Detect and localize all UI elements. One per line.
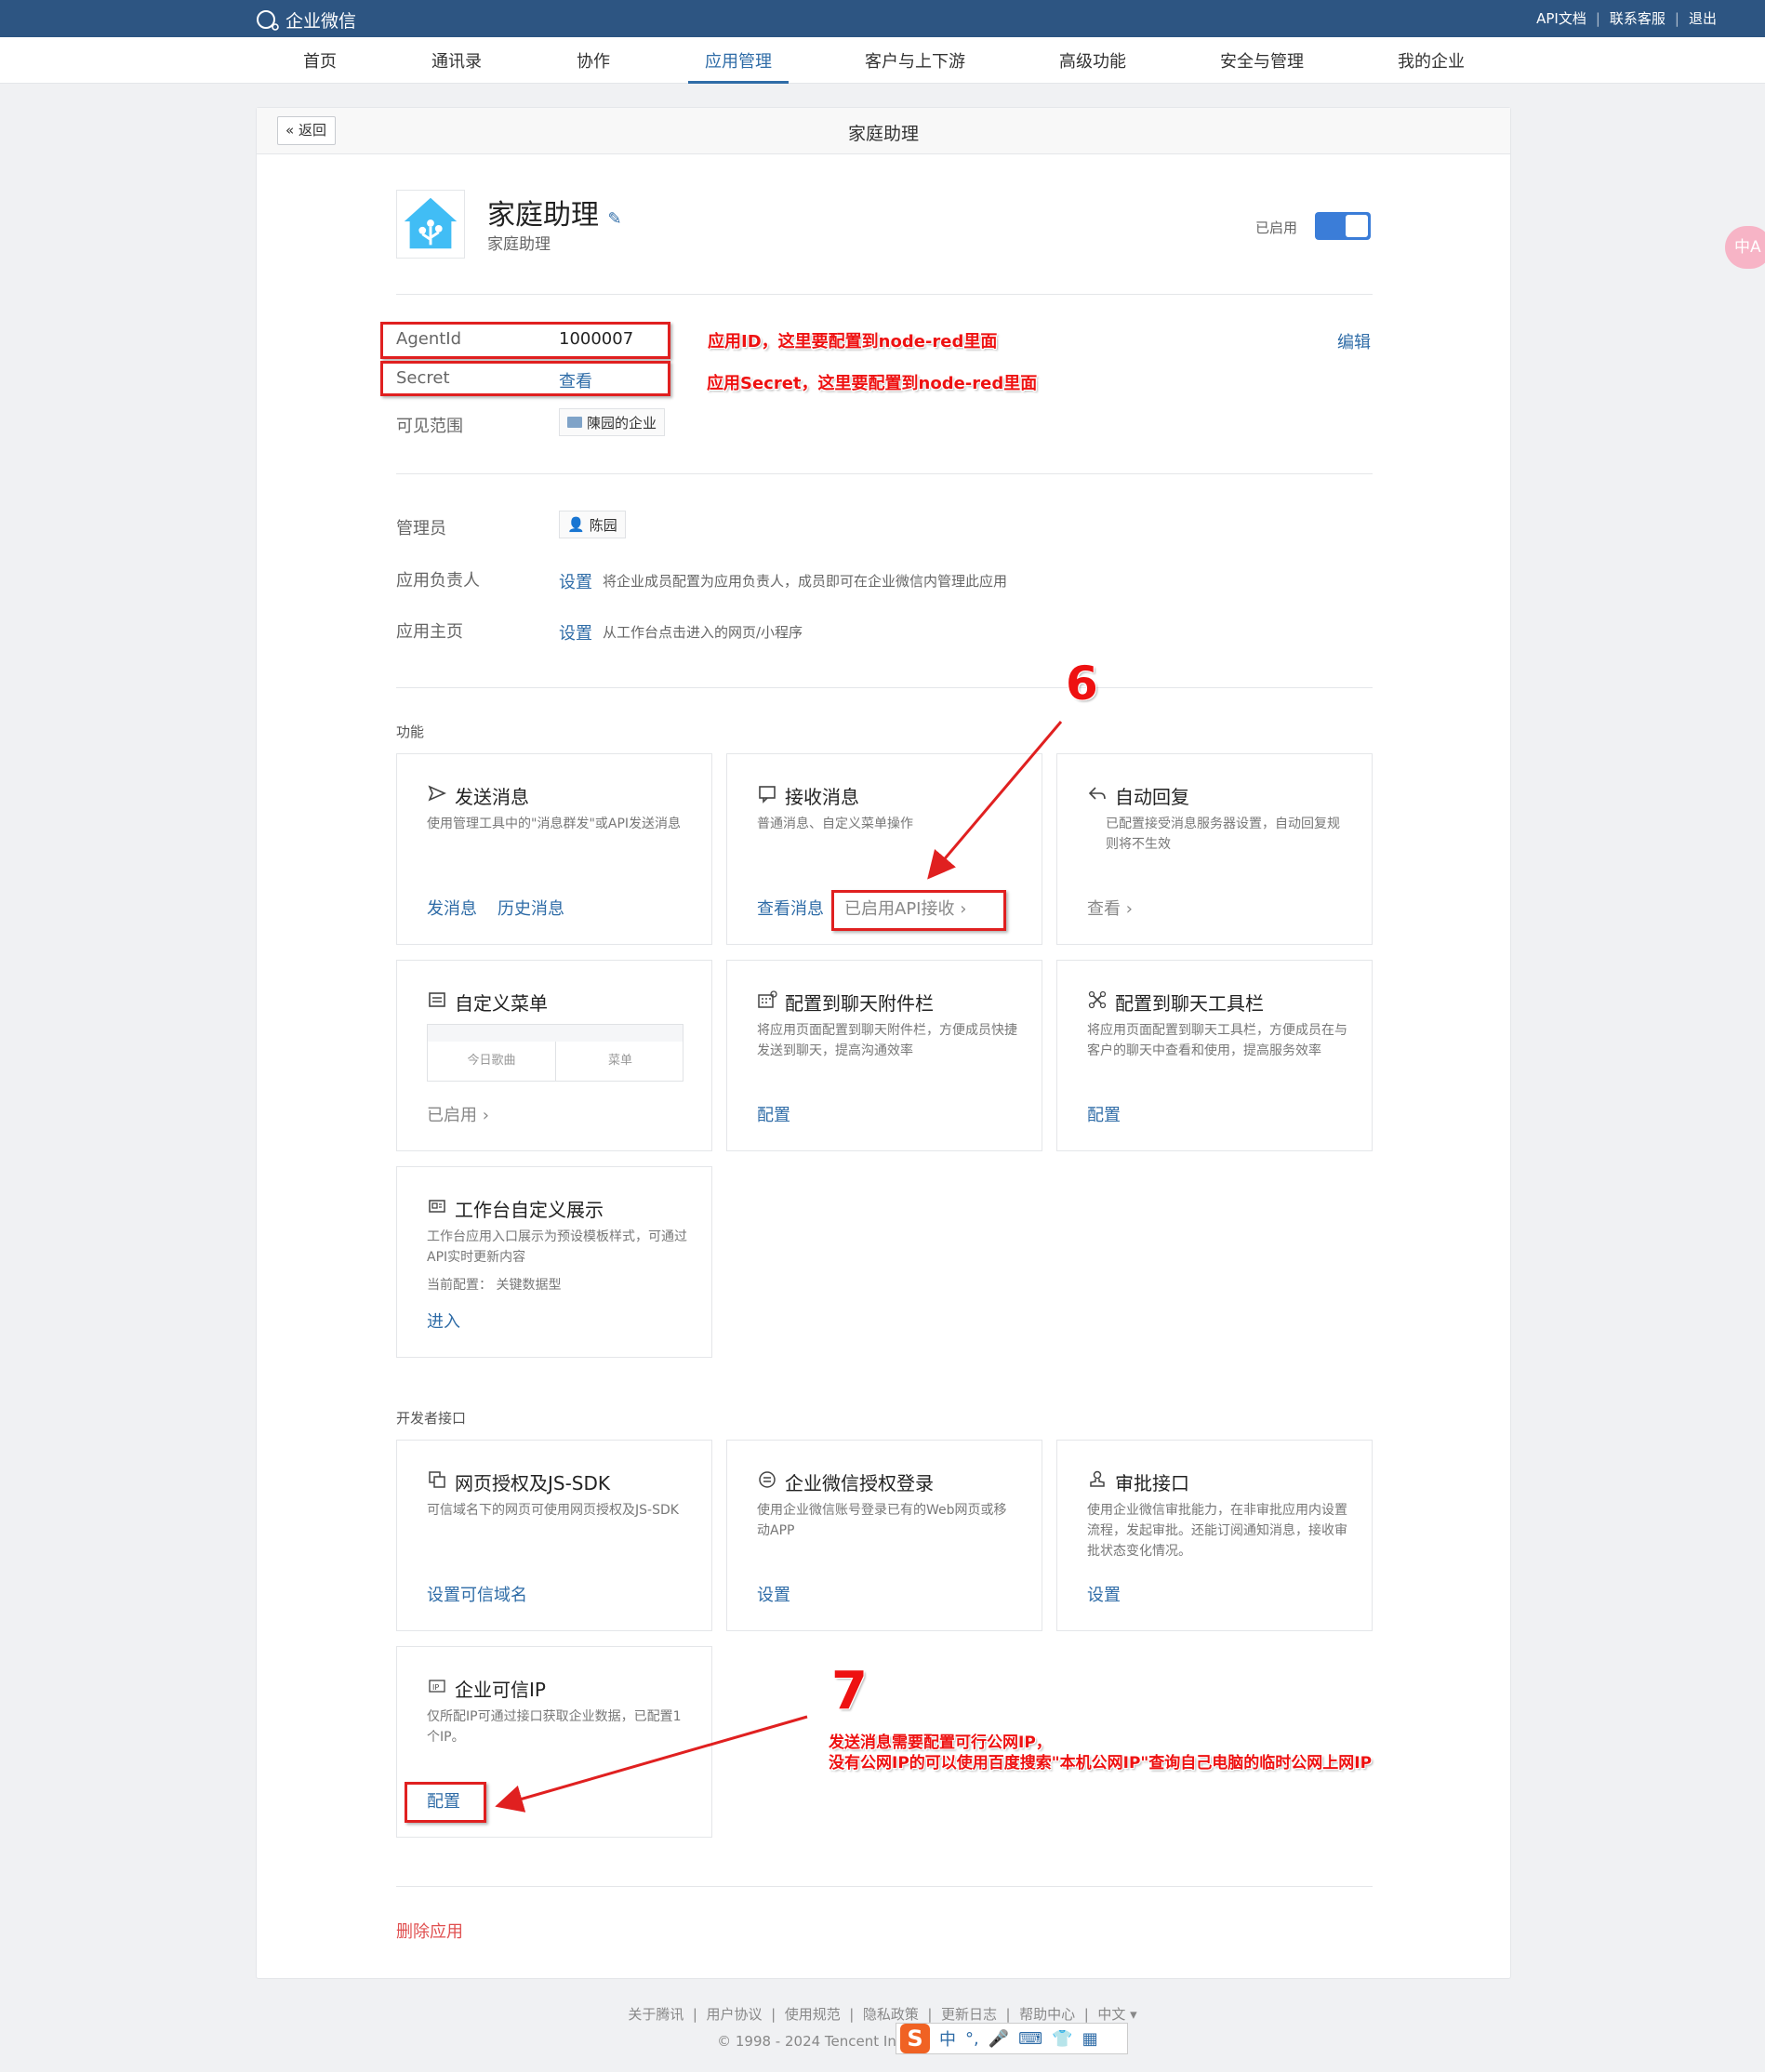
logo-text: 企业微信 bbox=[285, 11, 357, 32]
nav-app-management[interactable]: 应用管理 bbox=[688, 48, 789, 84]
ime-toolbar[interactable]: S 中 °, 🎤 ⌨ 👕 ▦ bbox=[896, 2023, 1128, 2054]
nav-my-enterprise[interactable]: 我的企业 bbox=[1398, 48, 1465, 73]
footer-language-select[interactable]: 中文 ▾ bbox=[1097, 2006, 1136, 2023]
api-docs-link[interactable]: API文档 bbox=[1536, 8, 1586, 28]
top-links: API文档 | 联系客服 | 退出 bbox=[1536, 8, 1717, 28]
contact-support-link[interactable]: 联系客服 bbox=[1610, 8, 1665, 28]
delete-app-link[interactable]: 删除应用 bbox=[396, 1919, 463, 1943]
footer-changelog-link[interactable]: 更新日志 bbox=[941, 2006, 997, 2023]
translate-button[interactable]: 中A bbox=[1725, 226, 1765, 269]
toolbox-icon[interactable]: ▦ bbox=[1082, 2029, 1098, 2049]
wecom-logo-icon bbox=[257, 9, 279, 31]
nav-customers[interactable]: 客户与上下游 bbox=[865, 48, 965, 73]
footer-links: 关于腾讯 | 用户协议 | 使用规范 | 隐私政策 | 更新日志 | 帮助中心 … bbox=[628, 2006, 1137, 2023]
footer-privacy-link[interactable]: 隐私政策 bbox=[863, 2006, 919, 2023]
footer-about-link[interactable]: 关于腾讯 bbox=[628, 2006, 683, 2023]
app-detail-card: « 返回 家庭助理 家庭助理 ✎ 家庭助理 已启用 AgentId 100000… bbox=[256, 107, 1511, 1979]
top-bar: 企业微信 API文档 | 联系客服 | 退出 bbox=[0, 0, 1765, 37]
keyboard-icon[interactable]: ⌨ bbox=[1018, 2029, 1042, 2049]
wecom-logo[interactable]: 企业微信 bbox=[255, 7, 356, 33]
sogou-logo-icon: S bbox=[900, 2024, 930, 2053]
microphone-icon[interactable]: 🎤 bbox=[989, 2029, 1009, 2049]
arrow-to-api-receive bbox=[927, 721, 1063, 880]
nav-contacts[interactable]: 通讯录 bbox=[431, 48, 482, 73]
nav-advanced[interactable]: 高级功能 bbox=[1059, 48, 1126, 73]
footer-help-link[interactable]: 帮助中心 bbox=[1019, 2006, 1075, 2023]
nav-collaboration[interactable]: 协作 bbox=[577, 48, 610, 73]
logout-link[interactable]: 退出 bbox=[1689, 8, 1717, 28]
nav-security[interactable]: 安全与管理 bbox=[1220, 48, 1304, 73]
footer-rules-link[interactable]: 使用规范 bbox=[785, 2006, 841, 2023]
punctuation-icon[interactable]: °, bbox=[965, 2029, 979, 2049]
divider bbox=[396, 1886, 1373, 1887]
copyright: © 1998 - 2024 Tencent Inc. All Rights Re… bbox=[717, 2033, 1048, 2050]
footer: 关于腾讯 | 用户协议 | 使用规范 | 隐私政策 | 更新日志 | 帮助中心 … bbox=[0, 2004, 1765, 2050]
ime-mode[interactable]: 中 bbox=[939, 2026, 956, 2051]
footer-terms-link[interactable]: 用户协议 bbox=[707, 2006, 763, 2023]
main-nav: 首页 通讯录 协作 应用管理 客户与上下游 高级功能 安全与管理 我的企业 bbox=[0, 37, 1765, 84]
skin-icon[interactable]: 👕 bbox=[1052, 2029, 1072, 2049]
arrow-to-ip-config bbox=[495, 1715, 808, 1813]
annotation-arrows bbox=[495, 721, 1063, 1813]
nav-home[interactable]: 首页 bbox=[303, 48, 337, 73]
